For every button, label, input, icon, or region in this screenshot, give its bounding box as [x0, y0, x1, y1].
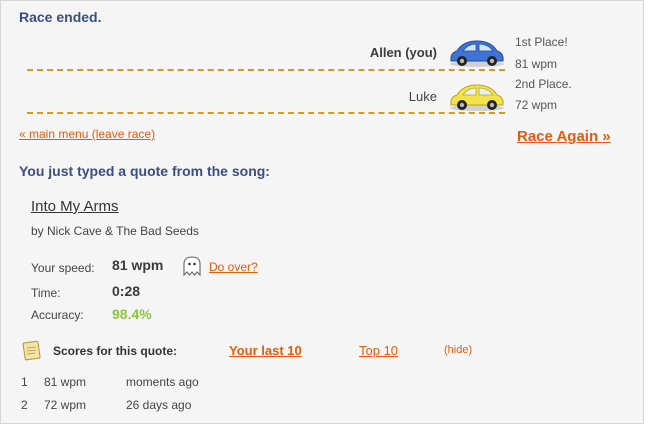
notepad-icon	[21, 339, 43, 366]
song-title-link[interactable]: Into My Arms	[31, 198, 119, 215]
racer-speed-2: 72 wpm	[515, 98, 558, 112]
scores-label: Scores for this quote:	[53, 344, 178, 358]
time-value: 0:28	[112, 283, 141, 299]
yellow-car-icon	[447, 82, 507, 112]
accuracy-value: 98.4%	[112, 306, 152, 322]
racer-name-you: Allen (you)	[369, 45, 437, 60]
race-status-title: Race ended.	[19, 9, 102, 25]
racer-place-1: 1st Place!	[515, 35, 568, 49]
hide-scores-link[interactable]: (hide)	[444, 344, 472, 356]
song-artist: by Nick Cave & The Bad Seeds	[31, 224, 199, 238]
accuracy-label: Accuracy:	[31, 308, 84, 322]
race-track-lane-2	[27, 112, 505, 114]
quote-heading: You just typed a quote from the song:	[19, 163, 270, 179]
race-again-link[interactable]: Race Again »	[517, 128, 611, 145]
score-row-speed: 72 wpm	[44, 398, 87, 412]
do-over-link[interactable]: Do over?	[209, 260, 258, 274]
speed-label: Your speed:	[31, 261, 95, 275]
racer-place-2: 2nd Place.	[515, 77, 572, 91]
racer-speed-1: 81 wpm	[515, 57, 558, 71]
tab-your-last-10[interactable]: Your last 10	[229, 343, 302, 358]
racer-name-opponent: Luke	[408, 89, 437, 104]
score-row-rank: 2	[21, 398, 28, 412]
speed-value: 81 wpm	[112, 257, 164, 273]
time-label: Time:	[31, 286, 61, 300]
blue-car-icon	[447, 38, 507, 68]
tab-top-10[interactable]: Top 10	[359, 343, 398, 358]
main-menu-link[interactable]: « main menu (leave race)	[19, 127, 155, 141]
score-row-rank: 1	[21, 375, 28, 389]
score-row-time: moments ago	[126, 375, 199, 389]
race-results-panel: Race ended. Allen (you) 1st Place! 81 wp…	[0, 0, 644, 424]
score-row-speed: 81 wpm	[44, 375, 87, 389]
race-track-lane-1	[27, 69, 505, 71]
ghost-icon[interactable]	[181, 255, 203, 282]
score-row-time: 26 days ago	[126, 398, 192, 412]
